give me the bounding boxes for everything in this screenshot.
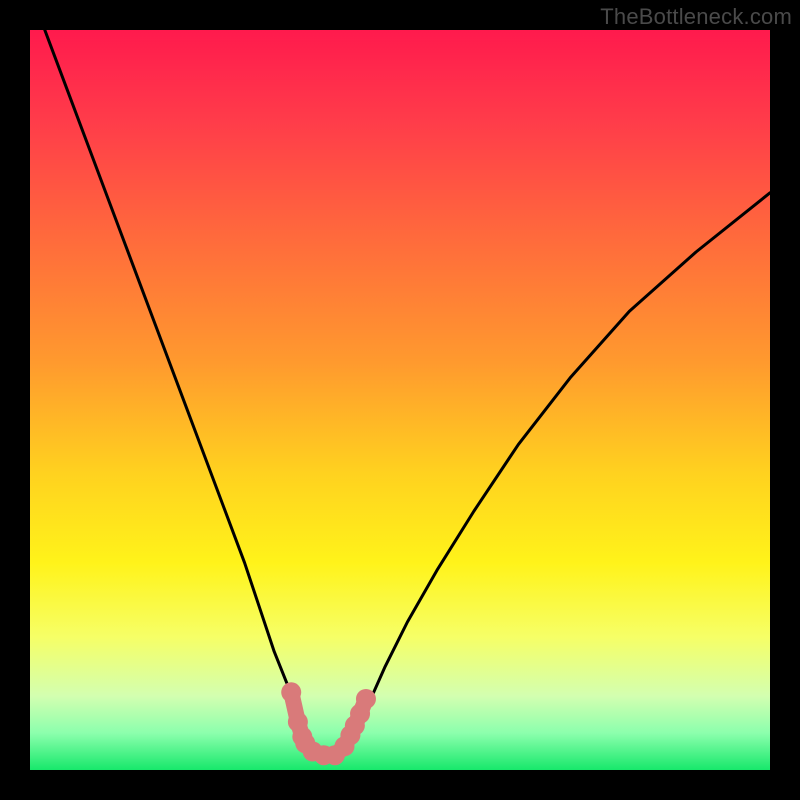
- plot-area: [30, 30, 770, 770]
- bottleneck-chart: [30, 30, 770, 770]
- gradient-background: [30, 30, 770, 770]
- bad-zone-point: [281, 682, 301, 702]
- chart-frame: TheBottleneck.com: [0, 0, 800, 800]
- watermark-text: TheBottleneck.com: [600, 4, 792, 30]
- bad-zone-point: [356, 689, 376, 709]
